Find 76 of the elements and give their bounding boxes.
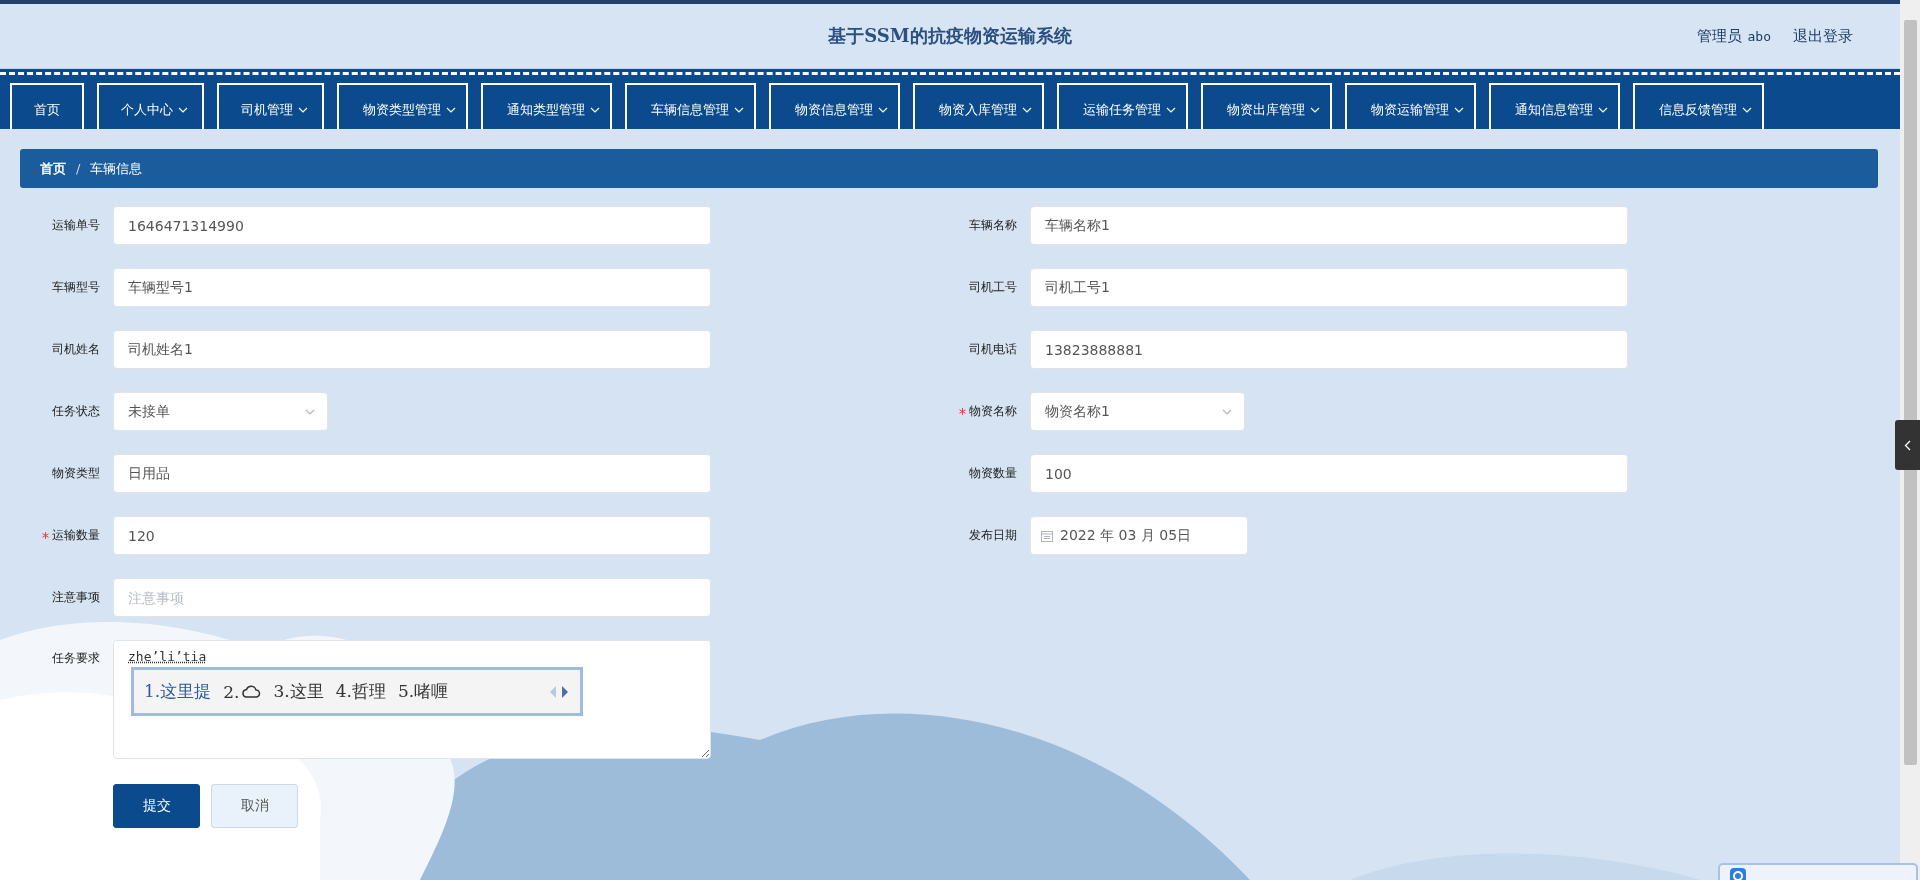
chevron-down-icon <box>1598 107 1608 113</box>
nav-tab[interactable]: 信息反馈管理 <box>1633 83 1764 129</box>
breadcrumb-link[interactable]: 首页 <box>40 159 66 178</box>
chevron-down-icon <box>1310 107 1320 113</box>
cancel-button[interactable]: 取消 <box>211 784 298 828</box>
text-field[interactable]: 司机工号1 <box>1030 268 1628 307</box>
user-name: abo <box>1747 28 1771 44</box>
chevron-down-icon <box>590 107 600 113</box>
field-label: 运输单号 <box>52 217 100 234</box>
select-field[interactable]: 物资名称1 <box>1030 392 1245 431</box>
chevron-down-icon <box>1166 107 1176 113</box>
chevron-down-icon <box>305 408 315 415</box>
ime-logo-icon[interactable] <box>1730 868 1746 880</box>
ime-candidate[interactable]: 1.这里提 <box>144 680 212 703</box>
chevron-down-icon <box>1742 107 1752 113</box>
text-field[interactable]: 注意事项 <box>113 578 711 617</box>
chevron-down-icon <box>878 107 888 113</box>
field-label: 车辆名称 <box>969 217 1017 234</box>
text-field[interactable]: 120 <box>113 516 711 555</box>
nav-tab[interactable]: 司机管理 <box>217 83 324 129</box>
chevron-left-icon <box>1904 439 1911 451</box>
nav-tab[interactable]: 物资运输管理 <box>1345 83 1476 129</box>
text-field[interactable]: 司机姓名1 <box>113 330 711 369</box>
text-field[interactable]: 100 <box>1030 454 1628 493</box>
text-field[interactable]: 日用品 <box>113 454 711 493</box>
nav-tab[interactable]: 物资入库管理 <box>913 83 1044 129</box>
ime-candidate[interactable]: 4.哲理 <box>335 680 386 703</box>
field-label: 注意事项 <box>52 589 100 606</box>
app-title: 基于SSM的抗疫物资运输系统 <box>828 24 1072 48</box>
field-label: 司机姓名 <box>52 341 100 358</box>
field-label: 任务要求 <box>52 650 100 667</box>
field-label: 运输数量 <box>52 527 100 544</box>
nav-tab[interactable]: 车辆信息管理 <box>625 83 756 129</box>
field-label: 发布日期 <box>969 527 1017 544</box>
page-arrows-icon[interactable] <box>548 684 570 699</box>
text-field[interactable]: 车辆型号1 <box>113 268 711 307</box>
nav-tab[interactable]: 物资类型管理 <box>337 83 468 129</box>
select-field[interactable]: 未接单 <box>113 392 328 431</box>
chevron-down-icon <box>1222 408 1232 415</box>
text-field[interactable]: 13823888881 <box>1030 330 1628 369</box>
chevron-down-icon <box>446 107 456 113</box>
nav-tab[interactable]: 运输任务管理 <box>1057 83 1188 129</box>
user-role: 管理员 <box>1696 26 1742 46</box>
breadcrumb-current: 车辆信息 <box>90 159 143 178</box>
chevron-down-icon <box>178 107 188 113</box>
nav-tab[interactable]: 物资出库管理 <box>1201 83 1332 129</box>
logout-link[interactable]: 退出登录 <box>1793 26 1853 46</box>
nav-tab[interactable]: 首页 <box>10 83 84 129</box>
field-label: 司机电话 <box>969 341 1017 358</box>
chevron-down-icon <box>734 107 744 113</box>
text-field[interactable]: 车辆名称1 <box>1030 206 1628 245</box>
field-label: 车辆型号 <box>52 279 100 296</box>
scrollbar[interactable] <box>1900 0 1920 880</box>
date-field[interactable]: 2022 年 03 月 05日 <box>1030 516 1248 555</box>
collapse-handle[interactable] <box>1895 420 1920 470</box>
scrollbar-thumb[interactable] <box>1904 20 1917 765</box>
calendar-icon <box>1041 529 1053 542</box>
ime-candidate[interactable]: 3.这里 <box>273 680 324 703</box>
field-label: 物资数量 <box>969 465 1017 482</box>
chevron-down-icon <box>298 107 308 113</box>
ime-candidate[interactable]: 2. <box>223 681 262 702</box>
chevron-down-icon <box>1022 107 1032 113</box>
nav-tab[interactable]: 通知信息管理 <box>1489 83 1620 129</box>
ime-candidate[interactable]: 5.啫喱 <box>397 680 449 703</box>
nav-tab[interactable]: 物资信息管理 <box>769 83 900 129</box>
nav-tab[interactable]: 个人中心 <box>97 83 204 129</box>
field-label: 任务状态 <box>52 403 100 420</box>
cloud-icon <box>241 685 262 698</box>
submit-button[interactable]: 提交 <box>113 784 200 828</box>
nav-tab[interactable]: 通知类型管理 <box>481 83 612 129</box>
text-field[interactable]: 1646471314990 <box>113 206 711 245</box>
field-label: 物资类型 <box>52 465 100 482</box>
field-label: 物资名称 <box>969 403 1017 420</box>
field-label: 司机工号 <box>969 279 1017 296</box>
chevron-down-icon <box>1454 107 1464 113</box>
breadcrumb-separator: / <box>76 161 81 176</box>
